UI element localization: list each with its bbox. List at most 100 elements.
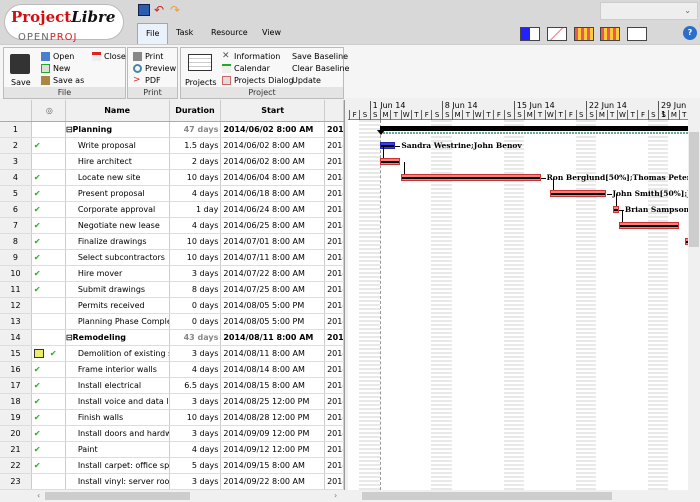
finish-cell[interactable]: 2014 <box>325 122 344 137</box>
table-row[interactable]: 1 ⊟Planning 47 days 2014/06/02 8:00 AM 2… <box>0 122 344 138</box>
task-name-cell[interactable]: Install voice and data lines <box>66 394 170 409</box>
duration-cell[interactable]: 8 days <box>170 282 222 297</box>
duration-cell[interactable]: 10 days <box>170 250 222 265</box>
row-number[interactable]: 6 <box>0 202 32 217</box>
row-number[interactable]: 23 <box>0 474 32 489</box>
task-name-cell[interactable]: Locate new site <box>66 170 170 185</box>
row-number[interactable]: 3 <box>0 154 32 169</box>
header-finish[interactable] <box>325 100 344 121</box>
duration-cell[interactable]: 3 days <box>170 426 222 441</box>
tab-resource[interactable]: Resource <box>203 23 256 44</box>
gantt-horizontal-scrollbar[interactable] <box>348 490 700 502</box>
table-row[interactable]: 23 Install vinyl: server room 3 days 201… <box>0 474 344 490</box>
duration-cell[interactable]: 0 days <box>170 314 222 329</box>
table-row[interactable]: 15 ✔ Demolition of existing spac 3 days … <box>0 346 344 362</box>
undo-icon[interactable]: ↶ <box>154 4 166 16</box>
header-duration[interactable]: Duration <box>170 100 222 121</box>
finish-cell[interactable]: 2014 <box>325 266 344 281</box>
update-button[interactable]: Update <box>292 76 321 85</box>
duration-cell[interactable]: 3 days <box>170 266 222 281</box>
table-row[interactable]: 11 ✔ Submit drawings 8 days 2014/07/25 8… <box>0 282 344 298</box>
task-name-cell[interactable]: Paint <box>66 442 170 457</box>
start-cell[interactable]: 2014/08/11 8:00 AM <box>221 346 326 361</box>
table-row[interactable]: 4 ✔ Locate new site 10 days 2014/06/04 8… <box>0 170 344 186</box>
start-cell[interactable]: 2014/06/18 8:00 AM <box>221 186 326 201</box>
scrollbar-thumb[interactable] <box>362 492 612 500</box>
finish-cell[interactable]: 2014 <box>325 330 344 345</box>
table-row[interactable]: 13 Planning Phase Complete 0 days 2014/0… <box>0 314 344 330</box>
tab-task[interactable]: Task <box>168 23 201 44</box>
duration-cell[interactable]: 10 days <box>170 234 222 249</box>
task-name-cell[interactable]: Permits received <box>66 298 170 313</box>
projects-button[interactable]: Projects <box>185 78 217 87</box>
save-button[interactable]: Save <box>11 78 31 87</box>
close-button[interactable]: Close <box>92 52 126 61</box>
start-cell[interactable]: 2014/08/14 8:00 AM <box>221 362 326 377</box>
table-row[interactable]: 7 ✔ Negotiate new lease 4 days 2014/06/2… <box>0 218 344 234</box>
table-row[interactable]: 12 Permits received 0 days 2014/08/05 5:… <box>0 298 344 314</box>
table-row[interactable]: 8 ✔ Finalize drawings 10 days 2014/07/01… <box>0 234 344 250</box>
start-cell[interactable]: 2014/08/05 5:00 PM <box>221 314 326 329</box>
table-row[interactable]: 14 ⊟Remodeling 43 days 2014/08/11 8:00 A… <box>0 330 344 346</box>
projects-dialog-button[interactable]: Projects Dialog <box>222 76 294 85</box>
task-name-cell[interactable]: ⊟Planning <box>66 122 170 137</box>
row-number[interactable]: 7 <box>0 218 32 233</box>
scrollbar-thumb[interactable] <box>689 132 699 247</box>
gantt-vertical-scrollbar[interactable] <box>688 120 700 490</box>
task-name-cell[interactable]: Install electrical <box>66 378 170 393</box>
finish-cell[interactable]: 2014 <box>325 378 344 393</box>
start-cell[interactable]: 2014/07/01 8:00 AM <box>221 234 326 249</box>
new-button[interactable]: New <box>41 64 70 73</box>
task-name-cell[interactable]: Planning Phase Complete <box>66 314 170 329</box>
duration-cell[interactable]: 10 days <box>170 410 222 425</box>
scroll-left-icon[interactable]: ‹ <box>37 491 40 500</box>
row-number[interactable]: 19 <box>0 410 32 425</box>
finish-cell[interactable]: 2014 <box>325 410 344 425</box>
row-number[interactable]: 21 <box>0 442 32 457</box>
row-number[interactable]: 22 <box>0 458 32 473</box>
task-name-cell[interactable]: Install vinyl: server room <box>66 474 170 489</box>
start-cell[interactable]: 2014/09/15 8:00 AM <box>221 458 326 473</box>
histogram-view-icon[interactable] <box>520 27 540 41</box>
resource-usage-view-icon[interactable] <box>600 27 620 41</box>
row-number[interactable]: 4 <box>0 170 32 185</box>
row-number[interactable]: 15 <box>0 346 32 361</box>
header-indicators-icon[interactable]: ◎ <box>32 100 66 121</box>
row-number[interactable]: 10 <box>0 266 32 281</box>
start-cell[interactable]: 2014/08/15 8:00 AM <box>221 378 326 393</box>
finish-cell[interactable]: 2014 <box>325 138 344 153</box>
duration-cell[interactable]: 6.5 days <box>170 378 222 393</box>
task-bar[interactable] <box>549 190 607 197</box>
finish-cell[interactable]: 2014 <box>325 298 344 313</box>
row-number[interactable]: 9 <box>0 250 32 265</box>
table-row[interactable]: 22 ✔ Install carpet: office space 5 days… <box>0 458 344 474</box>
tab-file[interactable]: File <box>137 23 169 44</box>
task-name-cell[interactable]: Install carpet: office space <box>66 458 170 473</box>
duration-cell[interactable]: 1.5 days <box>170 138 222 153</box>
table-row[interactable]: 6 ✔ Corporate approval 1 day 2014/06/24 … <box>0 202 344 218</box>
collapse-icon[interactable]: ⊟ <box>66 125 73 134</box>
finish-cell[interactable]: 2014 <box>325 250 344 265</box>
redo-icon[interactable]: ↷ <box>170 4 182 16</box>
duration-cell[interactable]: 3 days <box>170 394 222 409</box>
table-row[interactable]: 3 Hire architect 2 days 2014/06/02 8:00 … <box>0 154 344 170</box>
row-number[interactable]: 17 <box>0 378 32 393</box>
finish-cell[interactable]: 2014 <box>325 346 344 361</box>
start-cell[interactable]: 2014/07/22 8:00 AM <box>221 266 326 281</box>
row-number[interactable]: 20 <box>0 426 32 441</box>
finish-cell[interactable]: 2014 <box>325 362 344 377</box>
duration-cell[interactable]: 4 days <box>170 186 222 201</box>
table-row[interactable]: 10 ✔ Hire mover 3 days 2014/07/22 8:00 A… <box>0 266 344 282</box>
duration-cell[interactable]: 43 days <box>170 330 222 345</box>
duration-cell[interactable]: 3 days <box>170 346 222 361</box>
save-as-button[interactable]: Save as <box>41 76 84 85</box>
start-cell[interactable]: 2014/06/02 8:00 AM <box>221 122 326 137</box>
duration-cell[interactable]: 3 days <box>170 474 222 489</box>
start-cell[interactable]: 2014/06/02 8:00 AM <box>221 154 326 169</box>
task-name-cell[interactable]: Finalize drawings <box>66 234 170 249</box>
preview-button[interactable]: Preview <box>133 64 176 73</box>
help-icon[interactable]: ? <box>683 26 697 40</box>
start-cell[interactable]: 2014/08/11 8:00 AM <box>221 330 326 345</box>
tab-view[interactable]: View <box>254 23 289 44</box>
finish-cell[interactable]: 2014 <box>325 170 344 185</box>
